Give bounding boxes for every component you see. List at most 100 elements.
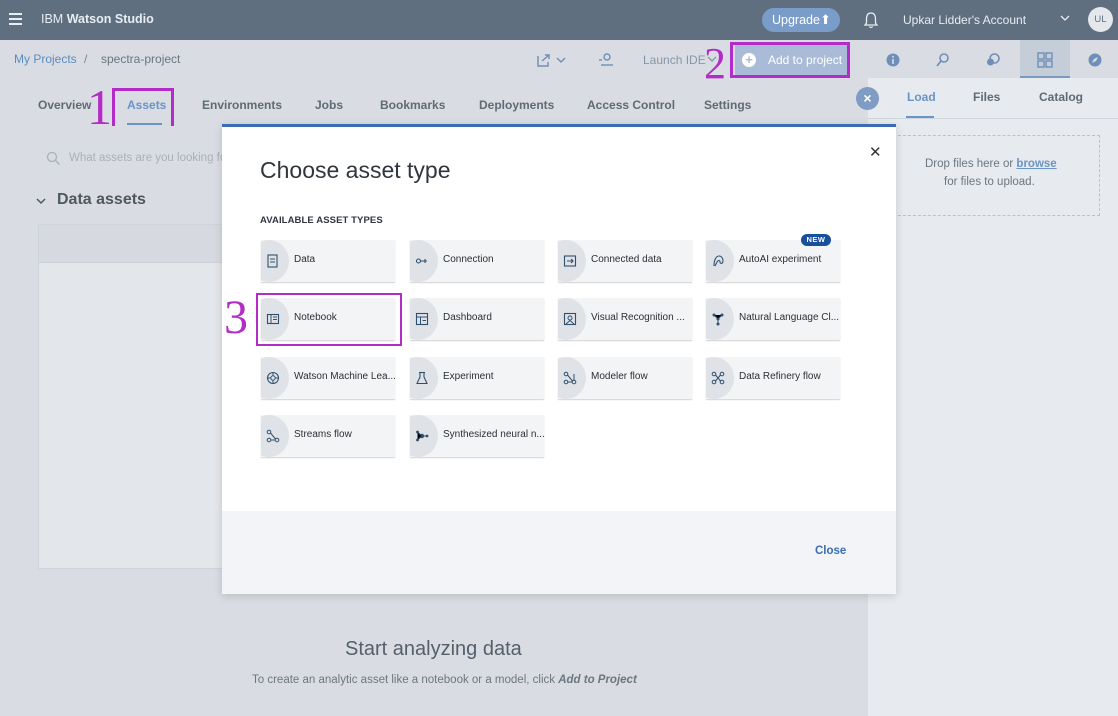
asset-card-natural-language-classifier[interactable]: Natural Language Cl... xyxy=(706,298,840,340)
asset-card-label: Visual Recognition ... xyxy=(591,312,685,323)
find-data-icon xyxy=(936,53,949,67)
natural-language-icon xyxy=(712,313,724,326)
avatar[interactable]: UL xyxy=(1088,7,1113,32)
streams-flow-icon xyxy=(266,429,280,443)
chat-icon xyxy=(987,53,1000,66)
tab-deployments[interactable]: Deployments xyxy=(479,98,554,112)
asset-card-label: Modeler flow xyxy=(591,371,648,382)
annotation-highlight-notebook xyxy=(256,293,402,346)
empty-state-text-body: To create an analytic asset like a noteb… xyxy=(252,674,559,686)
breadcrumb-separator: / xyxy=(84,52,88,66)
tab-settings[interactable]: Settings xyxy=(704,98,751,112)
asset-card-label: Connected data xyxy=(591,254,662,265)
machine-learning-icon xyxy=(266,371,280,385)
breadcrumb-my-projects[interactable]: My Projects xyxy=(14,52,77,66)
data-assets-heading: Data assets xyxy=(57,191,146,208)
asset-card-modeler-flow[interactable]: Modeler flow xyxy=(558,357,692,399)
asset-card-synthesized-neural-network[interactable]: Synthesized neural n... xyxy=(410,415,544,457)
asset-card-dashboard[interactable]: Dashboard xyxy=(410,298,544,340)
data-assets-table xyxy=(38,224,238,569)
experiment-icon xyxy=(416,371,428,385)
find-data-button[interactable] xyxy=(918,40,968,78)
compass-icon xyxy=(1088,53,1102,67)
search-input[interactable]: What assets are you looking for xyxy=(69,152,230,164)
asset-card-label: Connection xyxy=(443,254,494,265)
asset-card-autoai-experiment[interactable]: AutoAI experiment xyxy=(706,240,840,282)
autoai-icon xyxy=(713,255,724,267)
chevron-down-icon[interactable] xyxy=(1059,12,1071,24)
panel-tab-catalog[interactable]: Catalog xyxy=(1039,90,1083,104)
tab-jobs[interactable]: Jobs xyxy=(315,98,343,112)
empty-state-text: To create an analytic asset like a noteb… xyxy=(252,674,637,686)
tab-bookmarks[interactable]: Bookmarks xyxy=(380,98,445,112)
modeler-flow-icon xyxy=(563,371,577,385)
empty-state-text-emphasis: Add to Project xyxy=(558,674,637,686)
drop-zone-subtext: for files to upload. xyxy=(944,176,1035,188)
asset-card-label: Natural Language Cl... xyxy=(739,312,840,323)
account-switcher[interactable]: Upkar Lidder's Account xyxy=(903,13,1026,27)
new-badge: NEW xyxy=(801,234,831,246)
breadcrumb-current-project: spectra-project xyxy=(101,52,181,66)
visual-recognition-icon xyxy=(563,312,577,326)
chevron-down-icon[interactable] xyxy=(555,54,567,66)
top-bar: IBM Watson Studio Upgrade ⬆ Upkar Lidder… xyxy=(0,0,1118,40)
panel-tab-files[interactable]: Files xyxy=(973,90,1000,104)
annotation-number-3: 3 xyxy=(224,291,248,344)
asset-card-label: Data Refinery flow xyxy=(739,371,821,382)
menu-icon[interactable] xyxy=(9,13,22,25)
connected-data-icon xyxy=(563,255,577,267)
modal-title: Choose asset type xyxy=(260,157,451,183)
table-header xyxy=(39,225,237,263)
data-panel-button[interactable] xyxy=(1020,40,1070,78)
collaborator-icon[interactable] xyxy=(598,51,614,67)
launch-ide-dropdown[interactable]: Launch IDE xyxy=(643,53,706,67)
asset-card-label: AutoAI experiment xyxy=(739,254,822,265)
tab-overview[interactable]: Overview xyxy=(38,98,91,112)
section-label: AVAILABLE ASSET TYPES xyxy=(260,215,383,226)
asset-card-visual-recognition[interactable]: Visual Recognition ... xyxy=(558,298,692,340)
asset-card-data-refinery-flow[interactable]: Data Refinery flow xyxy=(706,357,840,399)
neural-network-icon xyxy=(416,430,429,442)
grid-icon xyxy=(1037,52,1053,68)
search-icon xyxy=(46,151,60,165)
tab-access-control[interactable]: Access Control xyxy=(587,98,675,112)
upgrade-button[interactable]: Upgrade ⬆ xyxy=(762,8,840,32)
close-button[interactable]: Close xyxy=(815,545,846,557)
asset-card-label: Data xyxy=(294,254,316,265)
drop-zone-text: Drop files here or browse xyxy=(925,158,1057,170)
asset-card-connected-data[interactable]: Connected data xyxy=(558,240,692,282)
asset-card-connection[interactable]: Connection xyxy=(410,240,544,282)
connection-icon xyxy=(415,258,427,264)
annotation-highlight-add-to-project xyxy=(730,42,850,78)
close-panel-button[interactable]: × xyxy=(856,87,879,110)
upgrade-label: Upgrade xyxy=(772,13,820,27)
info-button[interactable] xyxy=(868,40,918,78)
drop-zone-label: Drop files here or xyxy=(925,158,1014,170)
asset-card-data[interactable]: Data xyxy=(261,240,395,282)
close-icon: ✕ xyxy=(869,144,882,161)
asset-card-streams-flow[interactable]: Streams flow xyxy=(261,415,395,457)
asset-card-watson-machine-learning[interactable]: Watson Machine Lea... xyxy=(261,357,395,399)
modal-close-x-button[interactable]: ✕ xyxy=(869,143,882,161)
panel-tab-load[interactable]: Load xyxy=(907,90,936,104)
data-refinery-icon xyxy=(711,371,725,385)
asset-card-label: Watson Machine Lea... xyxy=(294,371,395,382)
explore-button[interactable] xyxy=(1070,40,1118,78)
chevron-down-icon[interactable] xyxy=(35,195,47,207)
active-panel-tab-indicator xyxy=(906,116,934,118)
modal-footer xyxy=(222,511,896,594)
export-icon[interactable] xyxy=(536,52,552,68)
asset-card-label: Experiment xyxy=(443,371,494,382)
browse-link[interactable]: browse xyxy=(1016,158,1056,170)
dashboard-icon xyxy=(415,312,429,326)
asset-card-experiment[interactable]: Experiment xyxy=(410,357,544,399)
panel-divider xyxy=(868,118,1118,119)
info-icon xyxy=(886,53,900,67)
upgrade-arrow-icon: ⬆ xyxy=(820,12,831,27)
comments-button[interactable] xyxy=(968,40,1018,78)
brand-title[interactable]: IBM Watson Studio xyxy=(41,12,154,26)
notification-bell-icon[interactable] xyxy=(863,11,879,29)
close-icon: × xyxy=(863,90,872,106)
annotation-highlight-assets-tab xyxy=(112,88,174,131)
tab-environments[interactable]: Environments xyxy=(202,98,282,112)
